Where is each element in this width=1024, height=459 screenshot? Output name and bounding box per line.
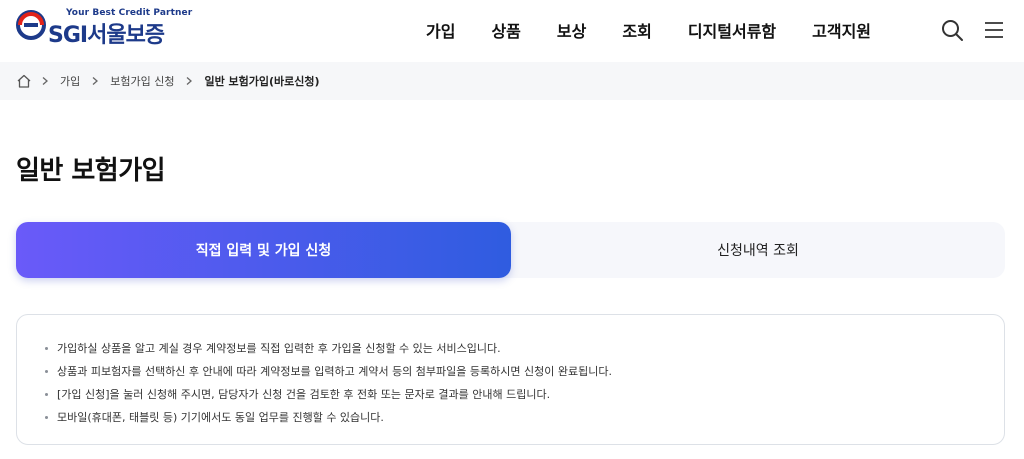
nav-item-support[interactable]: 고객지원 [812,20,871,44]
nav-item-inquiry[interactable]: 조회 [622,20,651,44]
chevron-right-icon [187,77,193,85]
info-text: 상품과 피보험자를 선택하신 후 안내에 따라 계약정보를 입력하고 계약서 등… [57,365,612,378]
info-text: [가입 신청]을 눌러 신청해 주시면, 담당자가 신청 건을 검토한 후 전화… [57,388,551,401]
main-nav: 가입 상품 보상 조회 디지털서류함 고객지원 [426,20,871,44]
info-box: 가입하실 상품을 알고 계실 경우 계약정보를 직접 입력한 후 가입을 신청할… [16,314,1005,445]
breadcrumb: 가입 보험가입 신청 일반 보험가입(바로신청) [0,62,1024,100]
info-text: 모바일(휴대폰, 태블릿 등) 기기에서도 동일 업무를 진행할 수 있습니다. [57,411,384,424]
breadcrumb-item-current: 일반 보험가입(바로신청) [204,75,320,88]
search-icon[interactable] [940,18,964,42]
info-text: 가입하실 상품을 알고 계실 경우 계약정보를 직접 입력한 후 가입을 신청할… [57,342,501,355]
nav-item-claims[interactable]: 보상 [557,20,586,44]
bullet-icon [45,370,48,373]
info-line: 상품과 피보험자를 선택하신 후 안내에 따라 계약정보를 입력하고 계약서 등… [45,360,1004,383]
info-line: [가입 신청]을 눌러 신청해 주시면, 담당자가 신청 건을 검토한 후 전화… [45,383,1004,406]
nav-item-digital-docs[interactable]: 디지털서류함 [688,20,776,44]
tab-direct-apply[interactable]: 직접 입력 및 가입 신청 [16,222,511,278]
sgi-logo-mark-icon [16,10,46,40]
tab-application-history[interactable]: 신청내역 조회 [511,222,1005,278]
sgi-logo[interactable]: Your Best Credit Partner SGI서울보증 [16,4,192,48]
page-title: 일반 보험가입 [16,156,166,186]
nav-item-products[interactable]: 상품 [491,20,520,44]
breadcrumb-item-join[interactable]: 가입 [60,73,80,89]
nav-item-join[interactable]: 가입 [426,20,455,44]
menu-icon[interactable] [982,18,1006,42]
bullet-icon [45,347,48,350]
info-line: 모바일(휴대폰, 태블릿 등) 기기에서도 동일 업무를 진행할 수 있습니다. [45,406,1004,429]
bullet-icon [45,416,48,419]
chevron-right-icon [42,77,48,85]
home-icon[interactable] [16,73,32,89]
info-line: 가입하실 상품을 알고 계실 경우 계약정보를 직접 입력한 후 가입을 신청할… [45,337,1004,360]
chevron-right-icon [92,77,99,85]
breadcrumb-item-insurance-apply[interactable]: 보험가입 신청 [110,73,174,89]
site-header: Your Best Credit Partner SGI서울보증 가입 상품 보… [0,0,1024,62]
tab-bar: 직접 입력 및 가입 신청 신청내역 조회 [16,222,1005,278]
bullet-icon [45,393,48,396]
logo-text: SGI서울보증 [48,23,165,48]
